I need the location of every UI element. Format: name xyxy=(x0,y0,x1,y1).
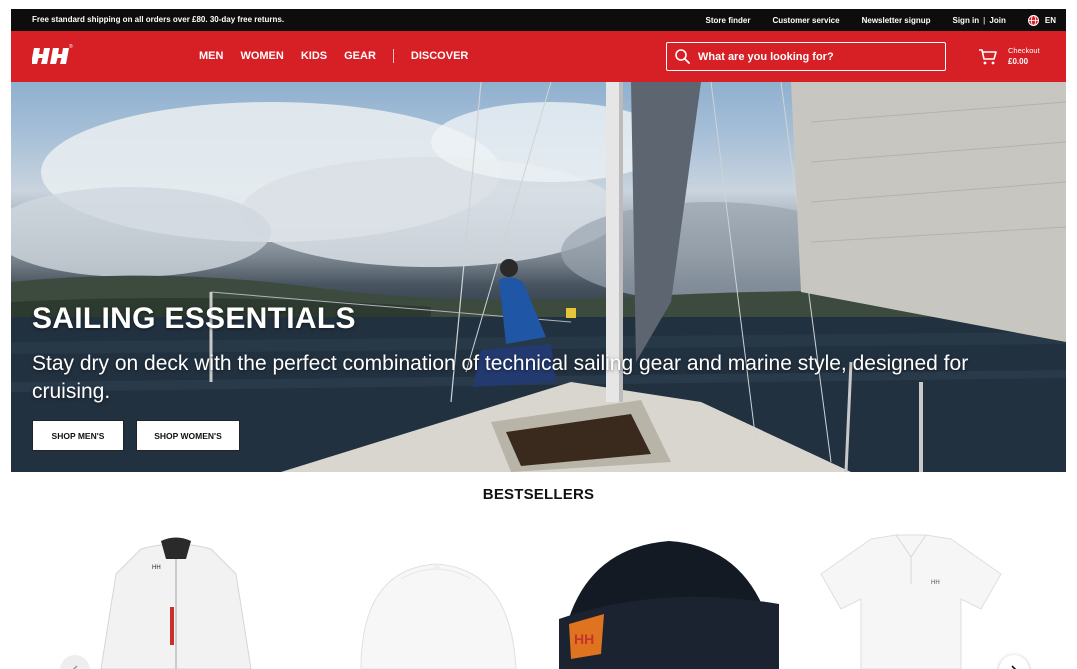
chevron-left-icon xyxy=(72,665,78,669)
checkout-label: Checkout xyxy=(1008,46,1040,55)
language-label: EN xyxy=(1044,16,1056,25)
svg-text:HH: HH xyxy=(574,631,594,647)
cart-icon[interactable] xyxy=(978,47,998,67)
trademark-mark: ® xyxy=(69,44,73,50)
globe-icon xyxy=(1027,15,1039,26)
hero-title: SAILING ESSENTIALS xyxy=(32,302,356,335)
main-header: ® MEN WOMEN KIDS GEAR DISCOVER Checkout … xyxy=(11,31,1066,82)
svg-text:HH: HH xyxy=(931,580,940,586)
page: Free standard shipping on all orders ove… xyxy=(11,9,1066,669)
account-separator: | xyxy=(983,16,986,25)
jacket-image[interactable]: HH xyxy=(86,529,266,669)
svg-text:HH: HH xyxy=(152,565,161,571)
bestsellers-carousel: HH HH HH xyxy=(11,529,1066,669)
checkout-total: £0.00 xyxy=(1008,57,1029,66)
account-links: Sign in | Join xyxy=(953,16,1006,25)
nav-kids[interactable]: KIDS xyxy=(301,50,327,62)
polo-image[interactable]: HH xyxy=(811,529,1011,669)
search-box[interactable] xyxy=(666,42,946,71)
shipping-promo: Free standard shipping on all orders ove… xyxy=(32,15,285,24)
nav-men[interactable]: MEN xyxy=(199,50,223,62)
nav-discover[interactable]: DISCOVER xyxy=(411,50,468,62)
search-input[interactable] xyxy=(698,50,938,63)
bestsellers-heading: BESTSELLERS xyxy=(482,486,595,503)
hh-logo[interactable] xyxy=(32,46,72,66)
beanie-image[interactable]: HH xyxy=(549,529,779,669)
nav-divider xyxy=(392,49,394,63)
search-icon[interactable] xyxy=(675,49,690,64)
utility-bar: Free standard shipping on all orders ove… xyxy=(11,9,1066,31)
cap-image[interactable] xyxy=(341,529,531,669)
join-link[interactable]: Join xyxy=(989,16,1005,25)
language-selector[interactable]: EN xyxy=(1027,15,1056,26)
hero-banner[interactable]: SAILING ESSENTIALS Stay dry on deck with… xyxy=(11,82,1066,472)
checkout-summary[interactable]: Checkout £0.00 xyxy=(1008,45,1040,67)
shop-womens-button[interactable]: SHOP WOMEN'S xyxy=(136,420,240,451)
nav-women[interactable]: WOMEN xyxy=(240,50,283,62)
store-finder-link[interactable]: Store finder xyxy=(706,16,751,25)
nav-gear[interactable]: GEAR xyxy=(344,50,376,62)
hero-subtitle: Stay dry on deck with the perfect combin… xyxy=(32,352,969,403)
sign-in-link[interactable]: Sign in xyxy=(953,16,980,25)
main-nav: MEN WOMEN KIDS GEAR DISCOVER xyxy=(199,49,468,63)
sailing-hero-image xyxy=(11,82,1066,472)
utility-links: Store finder Customer service Newsletter… xyxy=(706,15,1056,26)
customer-service-link[interactable]: Customer service xyxy=(772,16,839,25)
chevron-right-icon xyxy=(1011,665,1017,669)
newsletter-link[interactable]: Newsletter signup xyxy=(862,16,931,25)
shop-mens-button[interactable]: SHOP MEN'S xyxy=(32,420,124,451)
